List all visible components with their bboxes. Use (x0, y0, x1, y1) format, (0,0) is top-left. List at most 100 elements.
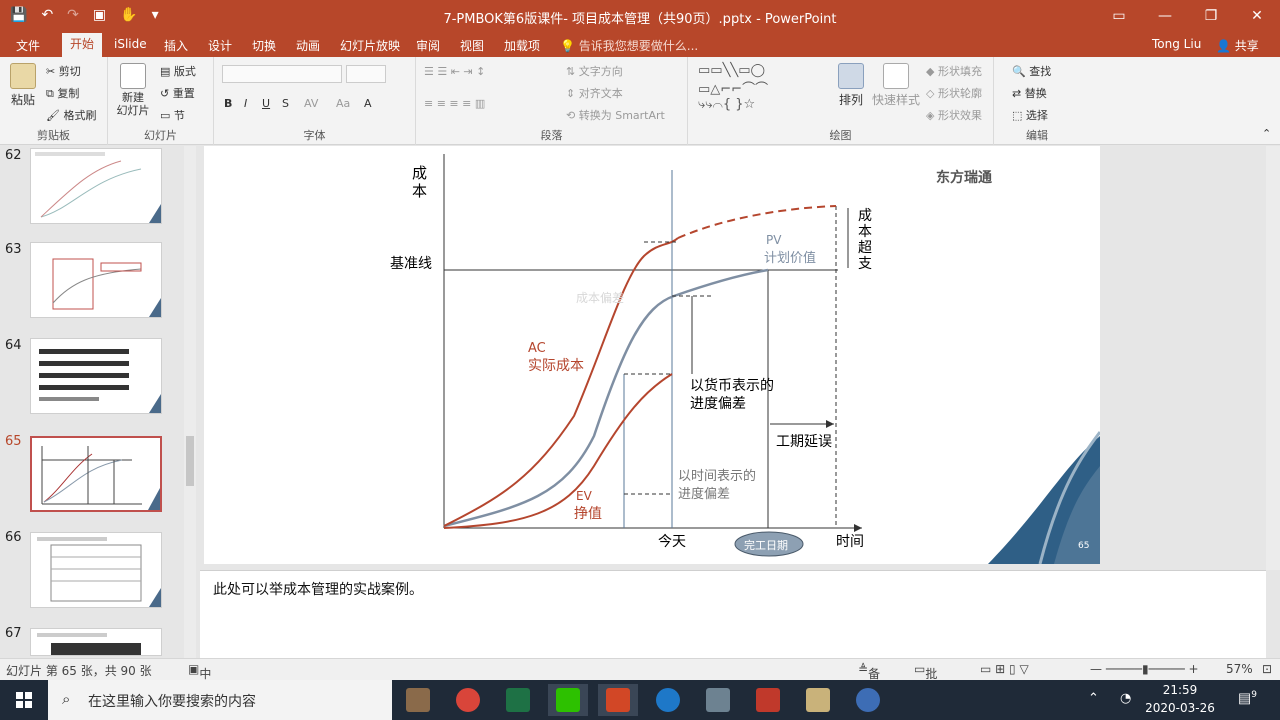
tab-insert[interactable]: 插入 (158, 36, 194, 55)
thumbnail-preview (41, 446, 160, 510)
share-button[interactable]: 👤 共享 (1216, 37, 1259, 54)
taskbar-app-powerpoint[interactable] (598, 684, 638, 716)
editor-scrollbar[interactable] (1266, 146, 1280, 570)
taskbar-app-edge[interactable] (648, 684, 688, 716)
shape-outline-button[interactable]: ◇ 形状轮廓 (926, 85, 982, 101)
italic-button[interactable]: I (244, 97, 247, 110)
tab-slideshow[interactable]: 幻灯片放映 (334, 36, 406, 55)
taskbar-app-9[interactable] (798, 684, 838, 716)
shape-effects-label: 形状效果 (937, 109, 982, 122)
font-name-dropdown[interactable] (222, 65, 342, 83)
quick-styles-button[interactable]: 快速样式 (872, 63, 920, 108)
minimize-icon[interactable]: — (1142, 0, 1188, 33)
taskbar-date[interactable]: 2020-03-26 (1140, 701, 1220, 715)
drawing-group: ▭▭╲╲▭◯ ▭△⌐⌐⌒⌒ ⤷⤷⌒{ }☆ 排列 快速样式 ◆ 形状填充 ◇ 形状轮… (688, 57, 994, 145)
money-variance-label-1: 以货币表示的 (690, 377, 774, 394)
taskbar-app-10[interactable] (848, 684, 888, 716)
collapse-ribbon-icon[interactable]: ⌃ (1262, 127, 1271, 140)
taskbar-app-7[interactable] (698, 684, 738, 716)
tab-file[interactable]: 文件 (10, 36, 46, 55)
cut-button[interactable]: ✂ 剪切 (46, 63, 81, 79)
thumbnail-scroll-thumb[interactable] (186, 436, 194, 486)
taskbar-app-chrome[interactable] (448, 684, 488, 716)
underline-button[interactable]: U (262, 97, 270, 110)
comments-toggle-button[interactable]: ▭ 批注 (914, 662, 937, 698)
char-spacing-button[interactable]: AV (304, 97, 318, 110)
language-indicator[interactable]: ▣ 中文(中国) (188, 662, 216, 720)
find-button[interactable]: 🔍 查找 (1012, 63, 1051, 79)
reset-button[interactable]: ↺ 重置 (160, 85, 195, 101)
restore-icon[interactable]: ❐ (1188, 0, 1234, 33)
text-direction-button[interactable]: ⇅ 文字方向 (566, 63, 623, 79)
finish-date-label: 完工日期 (744, 538, 788, 552)
notification-center-icon[interactable]: ▤9 (1238, 690, 1257, 707)
format-painter-button[interactable]: 🖌 格式刷 (46, 107, 96, 123)
network-icon[interactable]: ◔ (1120, 691, 1131, 706)
taskbar-search-box[interactable]: ⌕ 在这里输入你要搜索的内容 (48, 680, 392, 720)
taskbar-app-wechat[interactable] (548, 684, 588, 716)
user-name[interactable]: Tong Liu (1152, 37, 1201, 51)
tell-me-text: 告诉我您想要做什么... (578, 39, 699, 53)
align-text-button[interactable]: ⇕ 对齐文本 (566, 85, 623, 101)
view-buttons[interactable]: ▭ ⊞ ▯ ▽ (980, 662, 1029, 676)
thumbnail-preview (39, 349, 161, 413)
tab-review[interactable]: 审阅 (410, 36, 446, 55)
bold-button[interactable]: B (224, 97, 232, 110)
shape-effects-button[interactable]: ◈ 形状效果 (926, 107, 982, 123)
taskbar-app-1[interactable] (398, 684, 438, 716)
thumb-number: 64 (5, 338, 22, 353)
change-case-button[interactable]: Aa (336, 97, 350, 110)
shadow-button[interactable]: S (282, 97, 289, 110)
status-bar: 幻灯片 第 65 张，共 90 张 ▣ 中文(中国) ≜ 备注 ▭ 批注 ▭ ⊞… (0, 658, 1280, 720)
zoom-level[interactable]: 57% (1226, 662, 1253, 676)
replace-button[interactable]: ⇄ 替换 (1012, 85, 1047, 101)
arrange-button[interactable]: 排列 (834, 63, 868, 108)
convert-smartart-button[interactable]: ⟲ 转换为 SmartArt (566, 107, 665, 123)
close-icon[interactable]: ✕ (1234, 0, 1280, 33)
notes-toggle-button[interactable]: ≜ 备注 (858, 662, 880, 698)
shape-fill-button[interactable]: ◆ 形状填充 (926, 63, 982, 79)
slide-thumbnail-66[interactable] (30, 532, 162, 608)
align-buttons[interactable]: ≡ ≡ ≡ ≡ ▥ (424, 97, 485, 110)
tab-addins[interactable]: 加载项 (498, 36, 546, 55)
tab-home[interactable]: 开始 (62, 33, 103, 57)
copy-button[interactable]: ⧉ 复制 (46, 85, 79, 101)
layout-button[interactable]: ▤ 版式 (160, 63, 196, 79)
slide-canvas[interactable]: 成 本 基准线 PV 计划价值 AC 实际成本 EV 挣值 成本偏差 成 本 超… (204, 146, 1102, 565)
slide-thumbnail-67[interactable] (30, 628, 162, 656)
paste-button[interactable]: 粘贴 (6, 63, 40, 108)
slide-thumbnail-65[interactable] (30, 436, 162, 512)
tell-me-search[interactable]: 💡 告诉我您想要做什么... (560, 37, 698, 54)
fit-slide-icon[interactable]: ⊡ (1262, 662, 1272, 676)
thumbnail-scrollbar[interactable] (184, 146, 196, 658)
new-slide-button[interactable]: 新建 幻灯片 (112, 63, 154, 117)
tab-animations[interactable]: 动画 (290, 36, 326, 55)
notes-pane[interactable]: 此处可以举成本管理的实战案例。 (200, 570, 1266, 658)
tab-view[interactable]: 视图 (454, 36, 490, 55)
font-color-button[interactable]: A (364, 97, 372, 110)
shapes-gallery[interactable]: ▭▭╲╲▭◯ ▭△⌐⌐⌒⌒ ⤷⤷⌒{ }☆ (698, 63, 768, 112)
taskbar-app-8[interactable] (748, 684, 788, 716)
select-button[interactable]: ⬚ 选择 (1012, 107, 1048, 123)
ac-label: AC (528, 341, 546, 356)
taskbar-clock[interactable]: 21:59 (1140, 683, 1220, 697)
ribbon-tabs: 文件 开始 iSlide 插入 设计 切换 动画 幻灯片放映 审阅 视图 加载项… (0, 33, 1280, 57)
slide-thumbnail-62[interactable] (30, 148, 162, 224)
font-group-label: 字体 (303, 129, 326, 142)
time-variance-label-2: 进度偏差 (678, 486, 730, 502)
bullets-button[interactable]: ☰ ☰ ⇤ ⇥ ↕ (424, 65, 485, 78)
tab-design[interactable]: 设计 (202, 36, 238, 55)
start-button[interactable] (0, 680, 48, 720)
clipboard-group-label: 剪贴板 (37, 129, 70, 142)
font-size-dropdown[interactable] (346, 65, 386, 83)
tab-islide[interactable]: iSlide (108, 36, 153, 52)
ribbon-display-options-icon[interactable]: ▭ (1096, 0, 1142, 33)
section-button[interactable]: ▭ 节 (160, 107, 185, 123)
slide-thumbnail-63[interactable] (30, 242, 162, 318)
tab-transitions[interactable]: 切换 (246, 36, 282, 55)
tray-expand-icon[interactable]: ⌃ (1088, 691, 1099, 706)
slide-thumbnail-64[interactable] (30, 338, 162, 414)
notes-text[interactable]: 此处可以举成本管理的实战案例。 (213, 579, 423, 599)
taskbar-app-excel[interactable] (498, 684, 538, 716)
zoom-slider[interactable]: — ─────▮───── + (1090, 662, 1199, 676)
